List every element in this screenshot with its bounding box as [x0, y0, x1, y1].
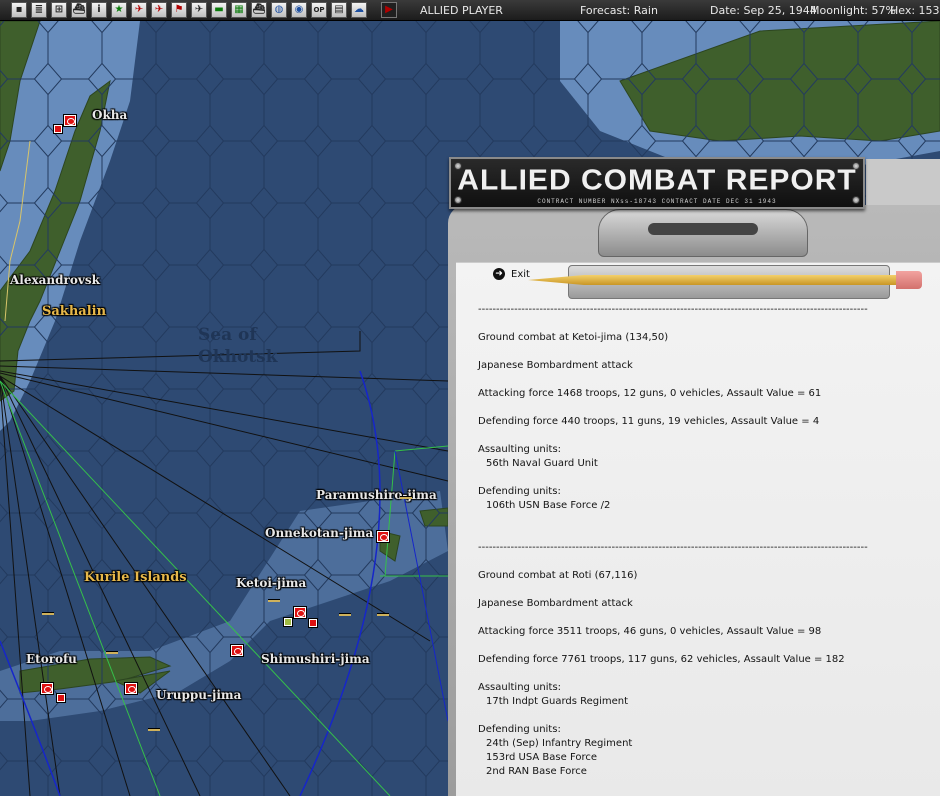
- report-line: [478, 667, 908, 681]
- report-line: [478, 513, 908, 527]
- map-icon[interactable]: ▪: [11, 2, 27, 18]
- pencil-icon: [528, 275, 896, 285]
- label-sakhalin: Sakhalin: [42, 304, 107, 319]
- unit-marker[interactable]: [309, 619, 317, 627]
- report-line: Defending units:: [478, 486, 561, 497]
- report-banner: ALLIED COMBAT REPORT CONTRACT NUMBER NXs…: [449, 157, 865, 209]
- report-line: [478, 317, 908, 331]
- chart-icon[interactable]: ▦: [231, 2, 247, 18]
- ship-marker[interactable]: [42, 612, 54, 615]
- label-ketoi: Ketoi-jima: [236, 576, 307, 590]
- report-line: [478, 429, 908, 443]
- date-label: Date: Sep 25, 1944: [710, 4, 817, 17]
- report-line: Defending force 440 troops, 11 guns, 19 …: [478, 416, 820, 427]
- label-alexandrovsk: Alexandrovsk: [10, 273, 100, 287]
- report-line: [478, 401, 908, 415]
- ship-marker[interactable]: [148, 728, 160, 731]
- report-line: [478, 709, 908, 723]
- report-line: [478, 373, 908, 387]
- report-title: ALLIED COMBAT REPORT: [457, 164, 857, 197]
- report-line: Ground combat at Roti (67,116): [478, 570, 638, 581]
- report-line: [478, 639, 908, 653]
- plane-icon[interactable]: ✈: [131, 2, 147, 18]
- base-marker-uruppu[interactable]: [125, 683, 137, 694]
- report-line: Defending units:: [478, 724, 561, 735]
- base-marker-etorofu[interactable]: [41, 683, 53, 694]
- report-line: [478, 345, 908, 359]
- ship-icon[interactable]: ⛴: [71, 2, 87, 18]
- report-line: [478, 555, 908, 569]
- op-icon[interactable]: OP: [311, 2, 327, 18]
- top-toolbar: ▪ ≣ ⊞ ⛴ i ★ ✈ ✈ ⚑ ✈ ▬ ▦ ⛴ ◍ ◉ OP ▤ ☁ ▶ ALLIED PLAYER Forec…: [0, 0, 940, 21]
- hex-label: Hex: 153 4: [890, 4, 940, 17]
- ship-marker[interactable]: [339, 613, 351, 616]
- ship-marker[interactable]: [106, 651, 118, 654]
- report-line: Japanese Bombardment attack: [478, 598, 633, 609]
- base-marker-okha[interactable]: [64, 115, 76, 126]
- label-uruppu: Uruppu-jima: [156, 688, 242, 702]
- moonlight-label: Moonlight: 57%: [810, 4, 896, 17]
- report-icon[interactable]: ▤: [331, 2, 347, 18]
- report-line: [478, 527, 908, 541]
- weather-icon[interactable]: ☁: [351, 2, 367, 18]
- intel-icon[interactable]: ◉: [291, 2, 307, 18]
- label-etorofu: Etorofu: [26, 652, 77, 666]
- forecast-label: Forecast: Rain: [580, 4, 658, 17]
- pencil-eraser: [896, 271, 922, 289]
- label-onnekotan: Onnekotan-jima: [265, 526, 374, 540]
- report-line: Assaulting units:: [478, 444, 562, 455]
- report-line: Assaulting units:: [478, 682, 562, 693]
- report-line: [478, 471, 908, 485]
- report-line: 56th Naval Guard Unit: [486, 458, 598, 469]
- report-line: 153rd USA Base Force: [486, 752, 598, 763]
- list-icon[interactable]: ≣: [31, 2, 47, 18]
- globe-icon[interactable]: ◍: [271, 2, 287, 18]
- task-force-icon[interactable]: ⛴: [251, 2, 267, 18]
- label-shimushiri: Shimushiri-jima: [261, 652, 370, 666]
- plane-red-icon[interactable]: ✈: [151, 2, 167, 18]
- report-separator: ----------------------------------------…: [478, 542, 868, 553]
- report-line: Attacking force 1468 troops, 12 guns, 0 …: [478, 388, 822, 399]
- report-line: 17th Indpt Guards Regiment: [486, 696, 629, 707]
- exit-icon: ➜: [493, 268, 505, 280]
- flag-icon[interactable]: ⚑: [171, 2, 187, 18]
- report-line: 24th (Sep) Infantry Regiment: [486, 738, 633, 749]
- report-separator: ----------------------------------------…: [478, 304, 868, 315]
- combat-report-panel: ALLIED COMBAT REPORT CONTRACT NUMBER NXs…: [448, 157, 940, 796]
- report-line: Ground combat at Ketoi-jima (134,50): [478, 332, 669, 343]
- label-sea-of-okhotsk: Sea of Okhotsk: [198, 325, 278, 367]
- report-line: [478, 611, 908, 625]
- base-marker-ketoi[interactable]: [294, 607, 306, 618]
- report-line: [478, 583, 908, 597]
- report-text: ----------------------------------------…: [478, 303, 908, 779]
- info-icon[interactable]: i: [91, 2, 107, 18]
- unit-marker[interactable]: [54, 125, 62, 133]
- ship-marker[interactable]: [268, 599, 280, 602]
- ship-marker[interactable]: [400, 496, 412, 499]
- player-label: ALLIED PLAYER: [420, 4, 503, 17]
- base-marker-shimushiri[interactable]: [231, 645, 243, 656]
- star-icon[interactable]: ★: [111, 2, 127, 18]
- report-subtitle: CONTRACT NUMBER NXss-18743 CONTRACT DATE…: [537, 198, 777, 205]
- exit-label: Exit: [511, 268, 530, 280]
- report-line: Defending force 7761 troops, 117 guns, 6…: [478, 654, 845, 665]
- aircraft-icon[interactable]: ✈: [191, 2, 207, 18]
- report-line: Attacking force 3511 troops, 46 guns, 0 …: [478, 626, 822, 637]
- report-line: 106th USN Base Force /2: [486, 500, 611, 511]
- ship-marker[interactable]: [377, 613, 389, 616]
- base-marker-onnekotan[interactable]: [377, 531, 389, 542]
- exit-button[interactable]: ➜ Exit: [493, 267, 530, 281]
- report-line: Japanese Bombardment attack: [478, 360, 633, 371]
- label-paramushiro: Paramushiro-jima: [316, 488, 437, 502]
- report-line: 2nd RAN Base Force: [486, 766, 587, 777]
- label-okha: Okha: [92, 108, 128, 122]
- unit-marker[interactable]: [57, 694, 65, 702]
- label-kurile-islands: Kurile Islands: [84, 570, 187, 585]
- bases-icon[interactable]: ⊞: [51, 2, 67, 18]
- end-turn-icon[interactable]: ▶: [381, 2, 397, 18]
- clip-hole: [648, 223, 758, 235]
- unit-marker[interactable]: [284, 618, 292, 626]
- sub-icon[interactable]: ▬: [211, 2, 227, 18]
